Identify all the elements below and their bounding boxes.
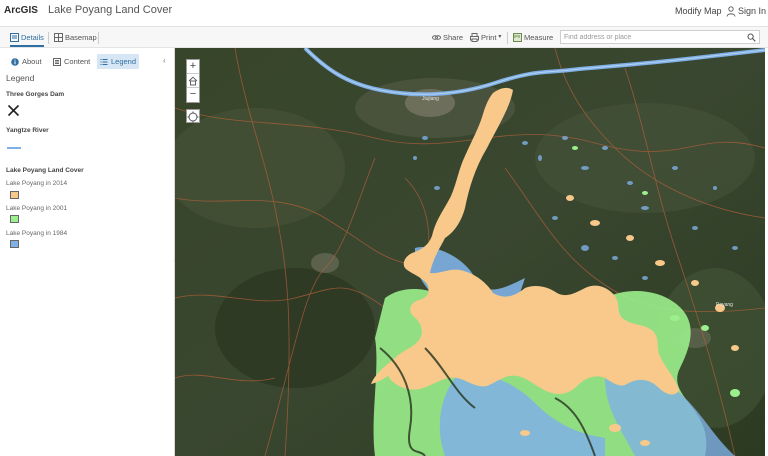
legend-swatch — [10, 191, 19, 199]
divider — [48, 32, 49, 44]
search-box — [560, 30, 760, 44]
home-button[interactable] — [187, 74, 199, 88]
map-city-label: Jiujiang — [422, 96, 439, 102]
basemap-icon — [54, 33, 63, 42]
printer-icon — [470, 33, 479, 42]
legend-swatch — [10, 215, 19, 223]
measure-label: Measure — [524, 33, 554, 42]
legend-item-label: Lake Poyang in 2014 — [6, 180, 68, 187]
collapse-chevron-icon[interactable]: ‹ — [163, 56, 166, 65]
search-icon[interactable] — [747, 33, 756, 42]
tab-legend[interactable]: Legend — [97, 54, 140, 69]
legend-icon — [100, 58, 108, 65]
content-icon — [53, 57, 61, 66]
details-label: Details — [21, 33, 44, 42]
app-header: ArcGIS ⌄ Lake Poyang Land Cover Modify M… — [0, 0, 768, 26]
tab-about-label: About — [22, 57, 42, 66]
user-icon[interactable] — [726, 6, 736, 17]
zoom-control: + − — [186, 59, 200, 103]
details-button[interactable]: Details — [10, 30, 44, 47]
legend-layer-title: Three Gorges Dam — [6, 91, 65, 98]
chevron-down-icon: ▾ — [498, 34, 502, 40]
divider — [507, 32, 508, 44]
print-label: Print — [481, 33, 497, 42]
sidebar: About Content Legend ‹ Legend Three Gorg… — [0, 48, 178, 456]
share-button[interactable]: Share — [432, 30, 463, 45]
search-input[interactable] — [561, 31, 745, 43]
divider — [98, 32, 99, 44]
locate-icon — [187, 111, 199, 123]
page-title: Lake Poyang Land Cover — [48, 4, 173, 16]
locate-button[interactable] — [186, 109, 200, 123]
basemap-label: Basemap — [65, 33, 97, 42]
dam-x-icon — [7, 104, 20, 117]
home-icon — [188, 76, 198, 86]
legend-item-label: Lake Poyang in 1984 — [6, 230, 68, 237]
measure-button[interactable]: Measure — [513, 30, 553, 45]
sign-in-link[interactable]: Sign In — [738, 6, 766, 16]
details-icon — [10, 33, 19, 42]
tab-about[interactable]: About — [8, 54, 45, 69]
tab-content[interactable]: Content — [50, 54, 93, 69]
sidebar-tabs: About Content Legend — [0, 54, 175, 70]
info-icon — [11, 57, 19, 66]
map-view[interactable]: Jiujiang Poyang + − — [175, 48, 765, 456]
measure-icon — [513, 33, 522, 42]
toolbar: Details Basemap Share Print ▾ Measure — [0, 26, 768, 48]
map-city-label: Poyang — [716, 302, 733, 308]
satellite-basemap — [175, 48, 765, 456]
legend-swatch — [10, 240, 19, 248]
share-label: Share — [443, 33, 464, 42]
link-icon — [432, 35, 441, 40]
legend-layer-title: Yangtze River — [6, 127, 49, 134]
modify-map-link[interactable]: Modify Map — [675, 6, 722, 16]
legend-heading: Legend — [6, 73, 35, 83]
zoom-in-button[interactable]: + — [187, 60, 199, 74]
basemap-button[interactable]: Basemap — [54, 30, 97, 45]
print-button[interactable]: Print ▾ — [470, 30, 501, 45]
chevron-down-icon[interactable]: ⌄ — [33, 5, 40, 14]
zoom-out-button[interactable]: − — [187, 88, 199, 102]
river-line-symbol — [7, 147, 21, 149]
tab-legend-label: Legend — [111, 57, 137, 66]
legend-layer-title: Lake Poyang Land Cover — [6, 167, 84, 174]
tab-content-label: Content — [64, 57, 91, 66]
legend-item-label: Lake Poyang in 2001 — [6, 205, 68, 212]
